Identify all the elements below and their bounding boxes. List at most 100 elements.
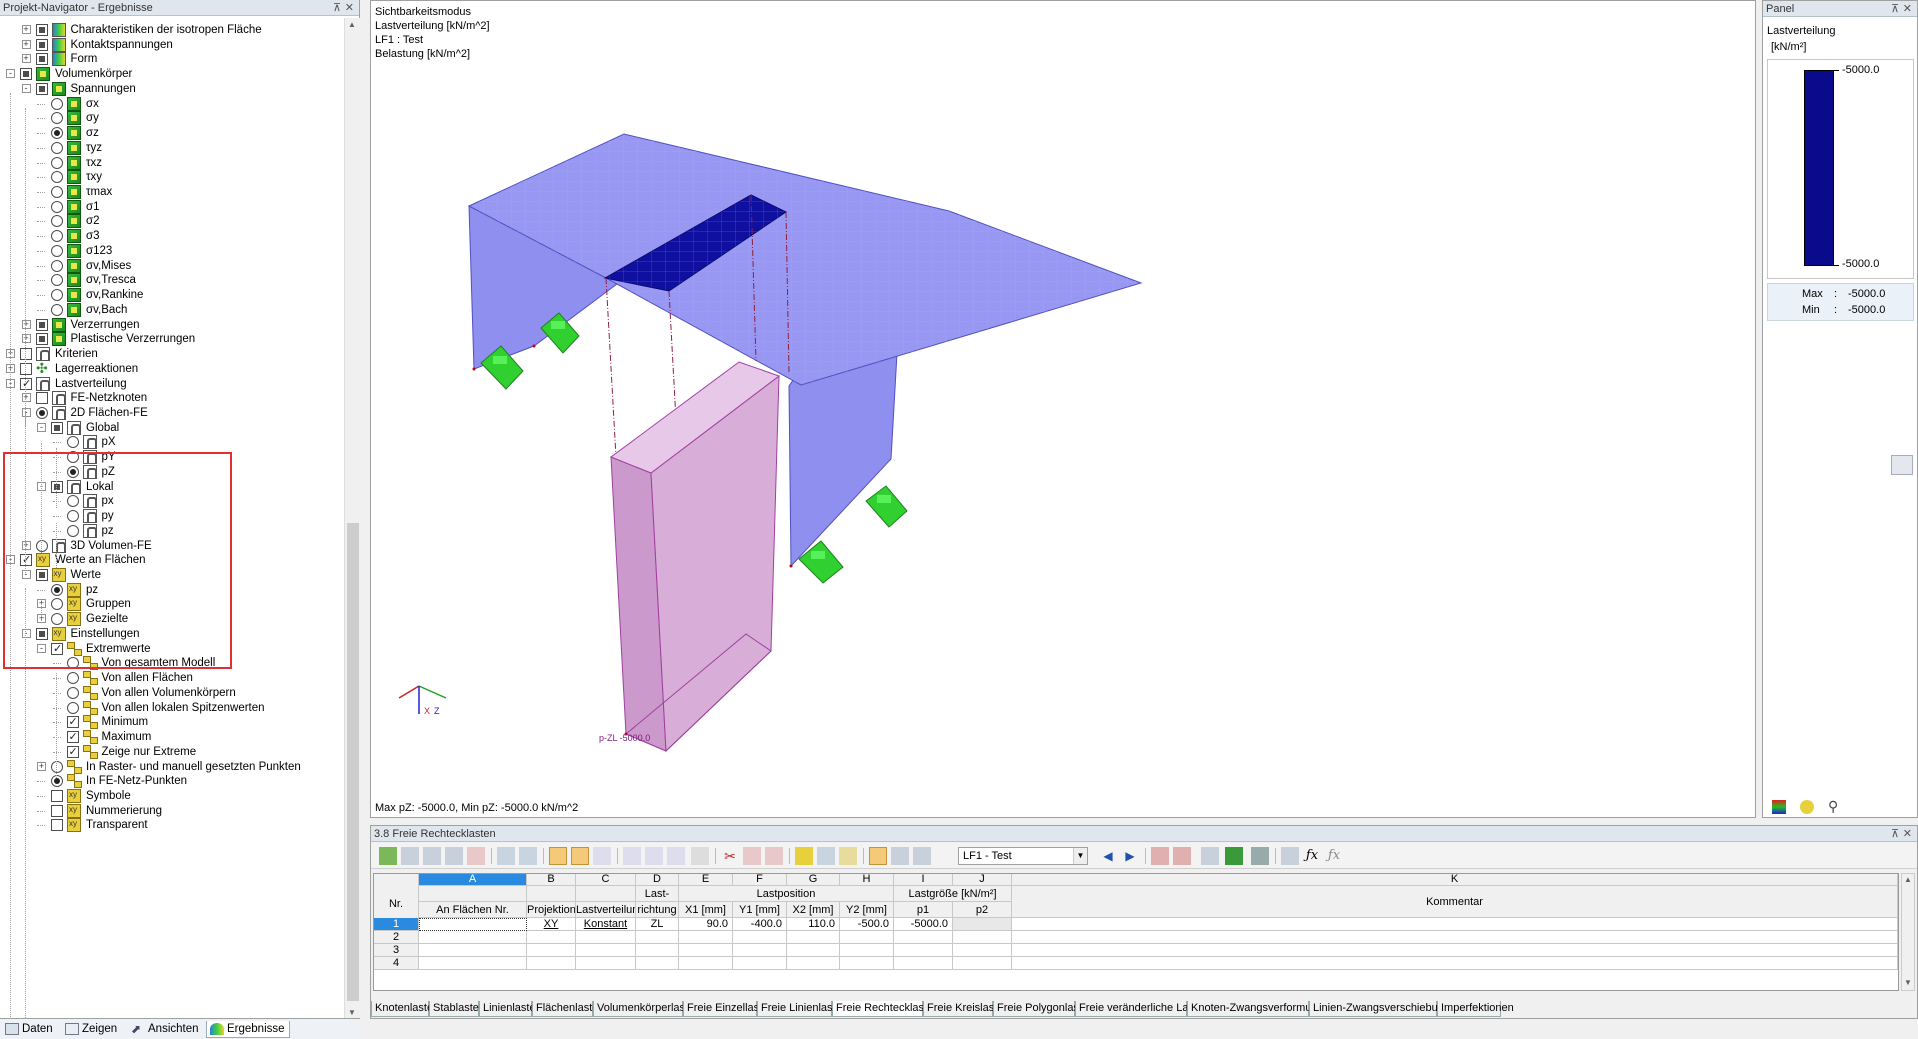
tree-radio[interactable] [66, 672, 79, 685]
collapse-icon[interactable]: - [6, 69, 15, 79]
chevron-down-icon[interactable]: ▼ [1073, 848, 1087, 864]
tree-checkbox[interactable] [51, 804, 63, 817]
table-cell-x2[interactable] [787, 944, 840, 957]
expand-icon[interactable]: + [21, 25, 31, 34]
copy-icon[interactable] [401, 847, 419, 865]
view-icon[interactable] [869, 847, 887, 865]
tree-radio[interactable] [66, 686, 79, 699]
table-cell-x1[interactable] [679, 944, 733, 957]
color-scale-icon[interactable] [1772, 800, 1786, 814]
undo-icon[interactable] [549, 847, 567, 865]
tree-checkbox[interactable] [35, 38, 48, 51]
scroll-up-icon[interactable]: ▲ [348, 20, 356, 29]
tree-checkbox[interactable] [66, 743, 79, 761]
export-icon[interactable] [1225, 847, 1243, 865]
tree-checkbox[interactable] [35, 333, 48, 346]
tree-item[interactable]: Transparent [0, 815, 344, 834]
delete-icon[interactable] [743, 847, 761, 865]
table-cell-x2[interactable] [787, 931, 840, 944]
tree-radio[interactable] [51, 775, 63, 788]
sheet-tab[interactable]: Stablasten [429, 1001, 485, 1017]
tree-radio[interactable] [35, 406, 48, 419]
formula-icon[interactable]: ƒx [1303, 847, 1321, 865]
col-letter-f[interactable]: F [733, 874, 787, 886]
select-icon[interactable] [667, 847, 685, 865]
sheet-tab[interactable]: Freie Einzellasten [683, 1001, 774, 1017]
prev-icon[interactable]: ◀ [1099, 847, 1117, 865]
3d-viewport[interactable]: Sichtbarkeitsmodus Lastverteilung [kN/m^… [370, 0, 1756, 818]
sheet-tab[interactable]: Linienlasten [479, 1001, 542, 1017]
print-icon[interactable] [913, 847, 931, 865]
sheet-tab[interactable]: Linien-Zwangsverschiebungen [1309, 1001, 1462, 1017]
tree-checkbox[interactable] [20, 362, 32, 375]
table-cell-projektion[interactable]: XY [527, 918, 576, 931]
paste-icon[interactable] [423, 847, 441, 865]
tree-checkbox[interactable] [66, 728, 79, 746]
tree-scrollbar[interactable]: ▲ ▼ [344, 18, 360, 1020]
jump-icon[interactable] [1173, 847, 1191, 865]
table-cell-y1[interactable] [733, 931, 787, 944]
tree-checkbox[interactable] [20, 375, 32, 393]
tree-radio[interactable] [51, 303, 63, 316]
row-number[interactable]: 1 [374, 918, 419, 931]
move-right-icon[interactable] [519, 847, 537, 865]
delete-all-icon[interactable] [765, 847, 783, 865]
tree-radio[interactable] [51, 215, 63, 228]
tree-radio[interactable] [51, 171, 63, 184]
tree-radio[interactable] [51, 259, 63, 272]
tree-radio[interactable] [51, 760, 63, 773]
table-cell-verteilung[interactable] [576, 931, 636, 944]
col-letter-h[interactable]: H [840, 874, 894, 886]
tree-checkbox[interactable] [66, 713, 79, 731]
table-cell-x2[interactable] [787, 957, 840, 970]
table-cell-verteilung[interactable]: Konstant [576, 918, 636, 931]
edit-icon[interactable] [839, 847, 857, 865]
tree-scroll-thumb[interactable] [347, 523, 359, 1001]
table-cell-y2[interactable] [840, 944, 894, 957]
tree-radio[interactable] [51, 156, 63, 169]
table-cell-kommentar[interactable] [1012, 957, 1898, 970]
settings-icon[interactable] [1800, 800, 1814, 814]
table-cell-projektion[interactable] [527, 957, 576, 970]
tree-radio[interactable] [66, 701, 79, 714]
sheet-tab[interactable]: Freie Rechtecklasten [832, 1001, 939, 1017]
display-icon[interactable] [891, 847, 909, 865]
table-cell-flaechen[interactable] [419, 957, 527, 970]
table-cell-verteilung[interactable] [576, 957, 636, 970]
table-cell-verteilung[interactable] [576, 944, 636, 957]
row-number[interactable]: 2 [374, 931, 419, 944]
model-graphic[interactable] [371, 1, 1755, 801]
table-cell-p1[interactable] [894, 957, 953, 970]
tree-radio[interactable] [66, 436, 79, 449]
insert-row-icon[interactable] [445, 847, 463, 865]
table-cell-y1[interactable] [733, 957, 787, 970]
tree-radio[interactable] [51, 274, 63, 287]
tree-radio[interactable] [51, 127, 63, 140]
next-icon[interactable]: ▶ [1121, 847, 1139, 865]
tree-radio[interactable] [51, 97, 63, 110]
sheet-tab[interactable]: Volumenkörperlasten [593, 1001, 700, 1017]
tree-checkbox[interactable] [20, 68, 32, 81]
tree-radio[interactable] [51, 112, 63, 125]
sheet-tab[interactable]: Flächenlasten [532, 1001, 605, 1017]
table-cell-x2[interactable]: 110.0 [787, 918, 840, 931]
table-cell-x1[interactable]: 90.0 [679, 918, 733, 931]
pin-icon[interactable]: ⊼ [333, 0, 341, 16]
collapse-icon[interactable]: - [21, 83, 31, 93]
scroll-down-icon[interactable]: ▼ [348, 1008, 356, 1017]
col-letter-d[interactable]: D [636, 874, 679, 886]
tree-checkbox[interactable] [35, 24, 48, 36]
table-cell-richtung[interactable] [636, 931, 679, 944]
sheet-tab[interactable]: Imperfektionen [1437, 1001, 1514, 1017]
tab-zeigen[interactable]: Zeigen [62, 1021, 121, 1038]
tree-radio[interactable] [51, 141, 63, 154]
sheet-tab[interactable]: Knotenlasten [371, 1001, 439, 1017]
tree-checkbox[interactable] [35, 82, 48, 95]
formula-remove-icon[interactable]: ƒx [1325, 847, 1343, 865]
tab-ansichten[interactable]: ⬈ Ansichten [128, 1021, 203, 1038]
table-cell-x1[interactable] [679, 957, 733, 970]
filter-icon[interactable] [645, 847, 663, 865]
excel-import-icon[interactable] [379, 847, 397, 865]
tree-radio[interactable] [51, 289, 63, 302]
table-cell-p2[interactable] [953, 931, 1012, 944]
